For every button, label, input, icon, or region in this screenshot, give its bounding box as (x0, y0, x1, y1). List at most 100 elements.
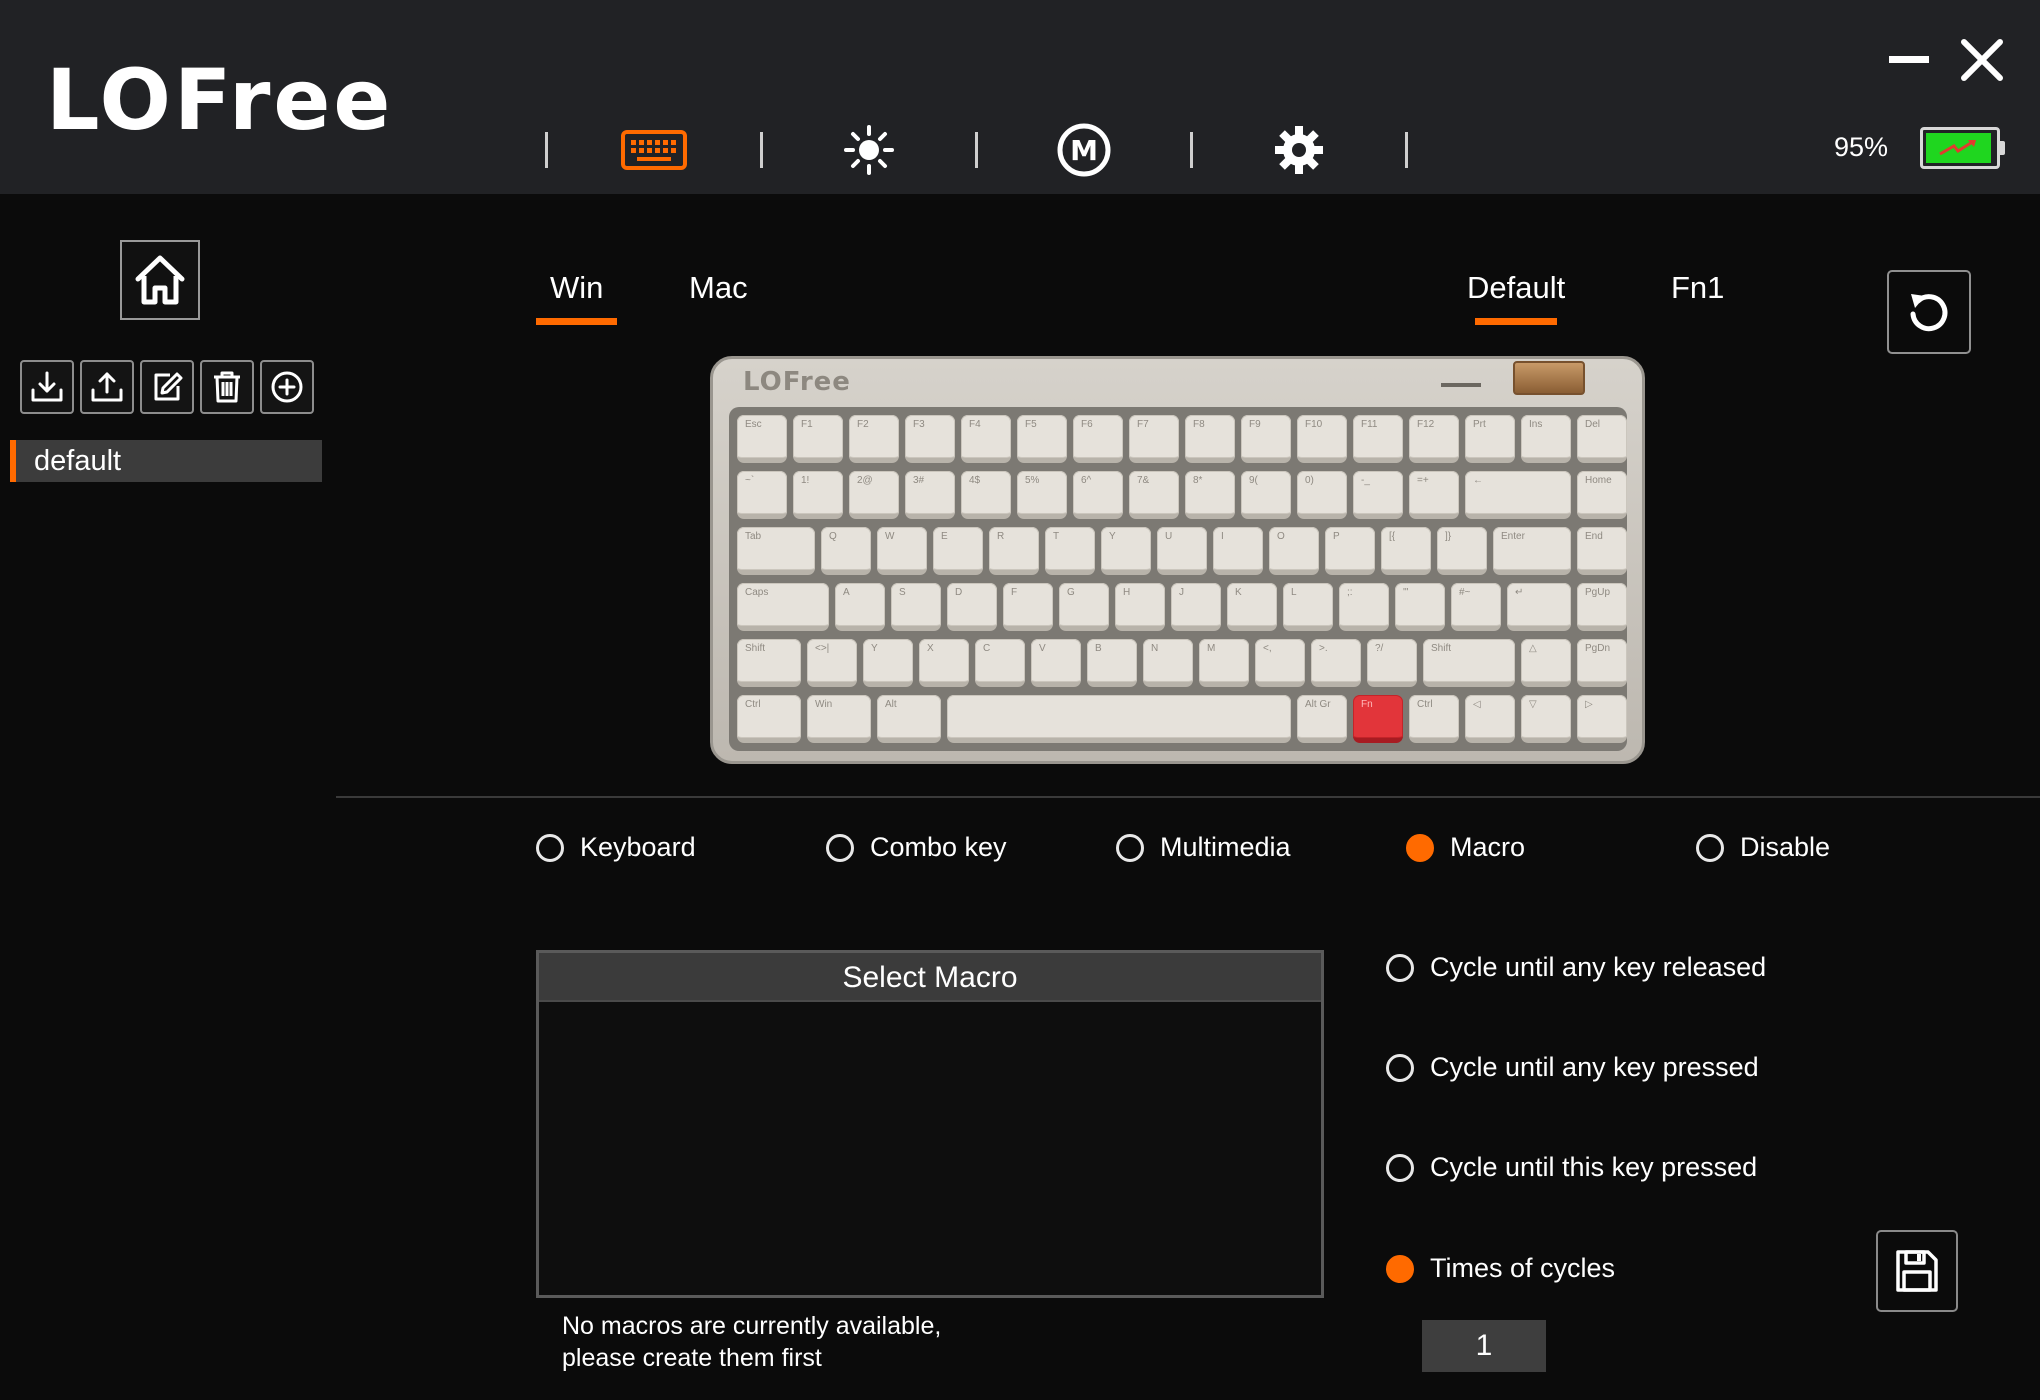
key-f11[interactable]: F11 (1353, 415, 1403, 463)
key-d[interactable]: D (947, 583, 997, 631)
add-button[interactable] (260, 360, 314, 414)
key-type-radio-disable[interactable]: Disable (1696, 832, 1830, 863)
key-l[interactable]: L (1283, 583, 1333, 631)
key-m[interactable]: M (1199, 639, 1249, 687)
key-w[interactable]: W (877, 527, 927, 575)
macro-list[interactable]: Select Macro (536, 950, 1324, 1298)
key-symbol[interactable]: ◁ (1465, 695, 1515, 743)
key-type-radio-macro[interactable]: Macro (1406, 832, 1525, 863)
brightness-icon[interactable] (833, 120, 905, 180)
key-pgdn[interactable]: PgDn (1577, 639, 1627, 687)
gear-icon[interactable] (1263, 120, 1335, 180)
key-f4[interactable]: F4 (961, 415, 1011, 463)
key-k[interactable]: K (1227, 583, 1277, 631)
key-y[interactable]: Y (1101, 527, 1151, 575)
key-c[interactable]: C (975, 639, 1025, 687)
key-6[interactable]: 6^ (1073, 471, 1123, 519)
edit-button[interactable] (140, 360, 194, 414)
key-f1[interactable]: F1 (793, 415, 843, 463)
keyboard-icon[interactable] (618, 120, 690, 180)
key-f9[interactable]: F9 (1241, 415, 1291, 463)
key-shift[interactable]: Shift (737, 639, 801, 687)
cycle-radio-cycle-until-any-key-pressed[interactable]: Cycle until any key pressed (1386, 1052, 1759, 1083)
key-symbol[interactable]: #~ (1451, 583, 1501, 631)
cycle-radio-cycle-until-this-key-pressed[interactable]: Cycle until this key pressed (1386, 1152, 1757, 1183)
key-e[interactable]: E (933, 527, 983, 575)
key-symbol[interactable]: <, (1255, 639, 1305, 687)
tab-mac[interactable]: Mac (689, 270, 748, 306)
minimize-button[interactable] (1889, 56, 1929, 63)
key-symbol[interactable]: ▽ (1521, 695, 1571, 743)
key-r[interactable]: R (989, 527, 1039, 575)
close-button[interactable] (1958, 36, 2006, 84)
tab-win[interactable]: Win (536, 270, 618, 325)
key-j[interactable]: J (1171, 583, 1221, 631)
key-ctrl[interactable]: Ctrl (1409, 695, 1459, 743)
key-symbol[interactable]: [{ (1381, 527, 1431, 575)
key-esc[interactable]: Esc (737, 415, 787, 463)
key-symbol[interactable]: ~` (737, 471, 787, 519)
key-home[interactable]: Home (1577, 471, 1627, 519)
cycle-radio-times-of-cycles[interactable]: Times of cycles (1386, 1253, 1615, 1284)
tab-default[interactable]: Default (1467, 270, 1565, 325)
cycle-radio-cycle-until-any-key-released[interactable]: Cycle until any key released (1386, 952, 1766, 983)
key-tab[interactable]: Tab (737, 527, 815, 575)
key-symbol[interactable]: ;: (1339, 583, 1389, 631)
key-type-radio-combo-key[interactable]: Combo key (826, 832, 1007, 863)
profile-item-default[interactable]: default (10, 440, 322, 482)
key-enter[interactable]: Enter (1493, 527, 1571, 575)
key-ctrl[interactable]: Ctrl (737, 695, 801, 743)
key-space[interactable] (947, 695, 1291, 743)
key-type-radio-multimedia[interactable]: Multimedia (1116, 832, 1291, 863)
key-win[interactable]: Win (807, 695, 871, 743)
key-2[interactable]: 2@ (849, 471, 899, 519)
key-f[interactable]: F (1003, 583, 1053, 631)
key-alt[interactable]: Alt (877, 695, 941, 743)
key-f2[interactable]: F2 (849, 415, 899, 463)
key-f3[interactable]: F3 (905, 415, 955, 463)
key-symbol[interactable]: -_ (1353, 471, 1403, 519)
key-n[interactable]: N (1143, 639, 1193, 687)
key-pgup[interactable]: PgUp (1577, 583, 1627, 631)
key-f8[interactable]: F8 (1185, 415, 1235, 463)
tab-fn1[interactable]: Fn1 (1671, 270, 1724, 306)
key-symbol[interactable]: '" (1395, 583, 1445, 631)
key-ins[interactable]: Ins (1521, 415, 1571, 463)
key-symbol[interactable]: >. (1311, 639, 1361, 687)
key-f12[interactable]: F12 (1409, 415, 1459, 463)
key-symbol[interactable]: <>| (807, 639, 857, 687)
key-f7[interactable]: F7 (1129, 415, 1179, 463)
key-caps[interactable]: Caps (737, 583, 829, 631)
key-symbol[interactable]: ?/ (1367, 639, 1417, 687)
key-p[interactable]: P (1325, 527, 1375, 575)
key-i[interactable]: I (1213, 527, 1263, 575)
key-o[interactable]: O (1269, 527, 1319, 575)
key-t[interactable]: T (1045, 527, 1095, 575)
key-f6[interactable]: F6 (1073, 415, 1123, 463)
key-type-radio-keyboard[interactable]: Keyboard (536, 832, 696, 863)
key-symbol[interactable]: ← (1465, 471, 1571, 519)
key-1[interactable]: 1! (793, 471, 843, 519)
key-3[interactable]: 3# (905, 471, 955, 519)
reset-button[interactable] (1887, 270, 1971, 354)
key-symbol[interactable]: △ (1521, 639, 1571, 687)
key-0[interactable]: 0) (1297, 471, 1347, 519)
export-button[interactable] (80, 360, 134, 414)
key-symbol[interactable]: =+ (1409, 471, 1459, 519)
key-8[interactable]: 8* (1185, 471, 1235, 519)
key-f10[interactable]: F10 (1297, 415, 1347, 463)
key-a[interactable]: A (835, 583, 885, 631)
key-h[interactable]: H (1115, 583, 1165, 631)
macro-m-icon[interactable]: M (1048, 120, 1120, 180)
key-q[interactable]: Q (821, 527, 871, 575)
key-y[interactable]: Y (863, 639, 913, 687)
key-b[interactable]: B (1087, 639, 1137, 687)
key-4[interactable]: 4$ (961, 471, 1011, 519)
key-symbol[interactable]: ↵ (1507, 583, 1571, 631)
key-prt[interactable]: Prt (1465, 415, 1515, 463)
key-shift[interactable]: Shift (1423, 639, 1515, 687)
home-button[interactable] (120, 240, 200, 320)
key-7[interactable]: 7& (1129, 471, 1179, 519)
key-symbol[interactable]: ]} (1437, 527, 1487, 575)
key-fn[interactable]: Fn (1353, 695, 1403, 743)
